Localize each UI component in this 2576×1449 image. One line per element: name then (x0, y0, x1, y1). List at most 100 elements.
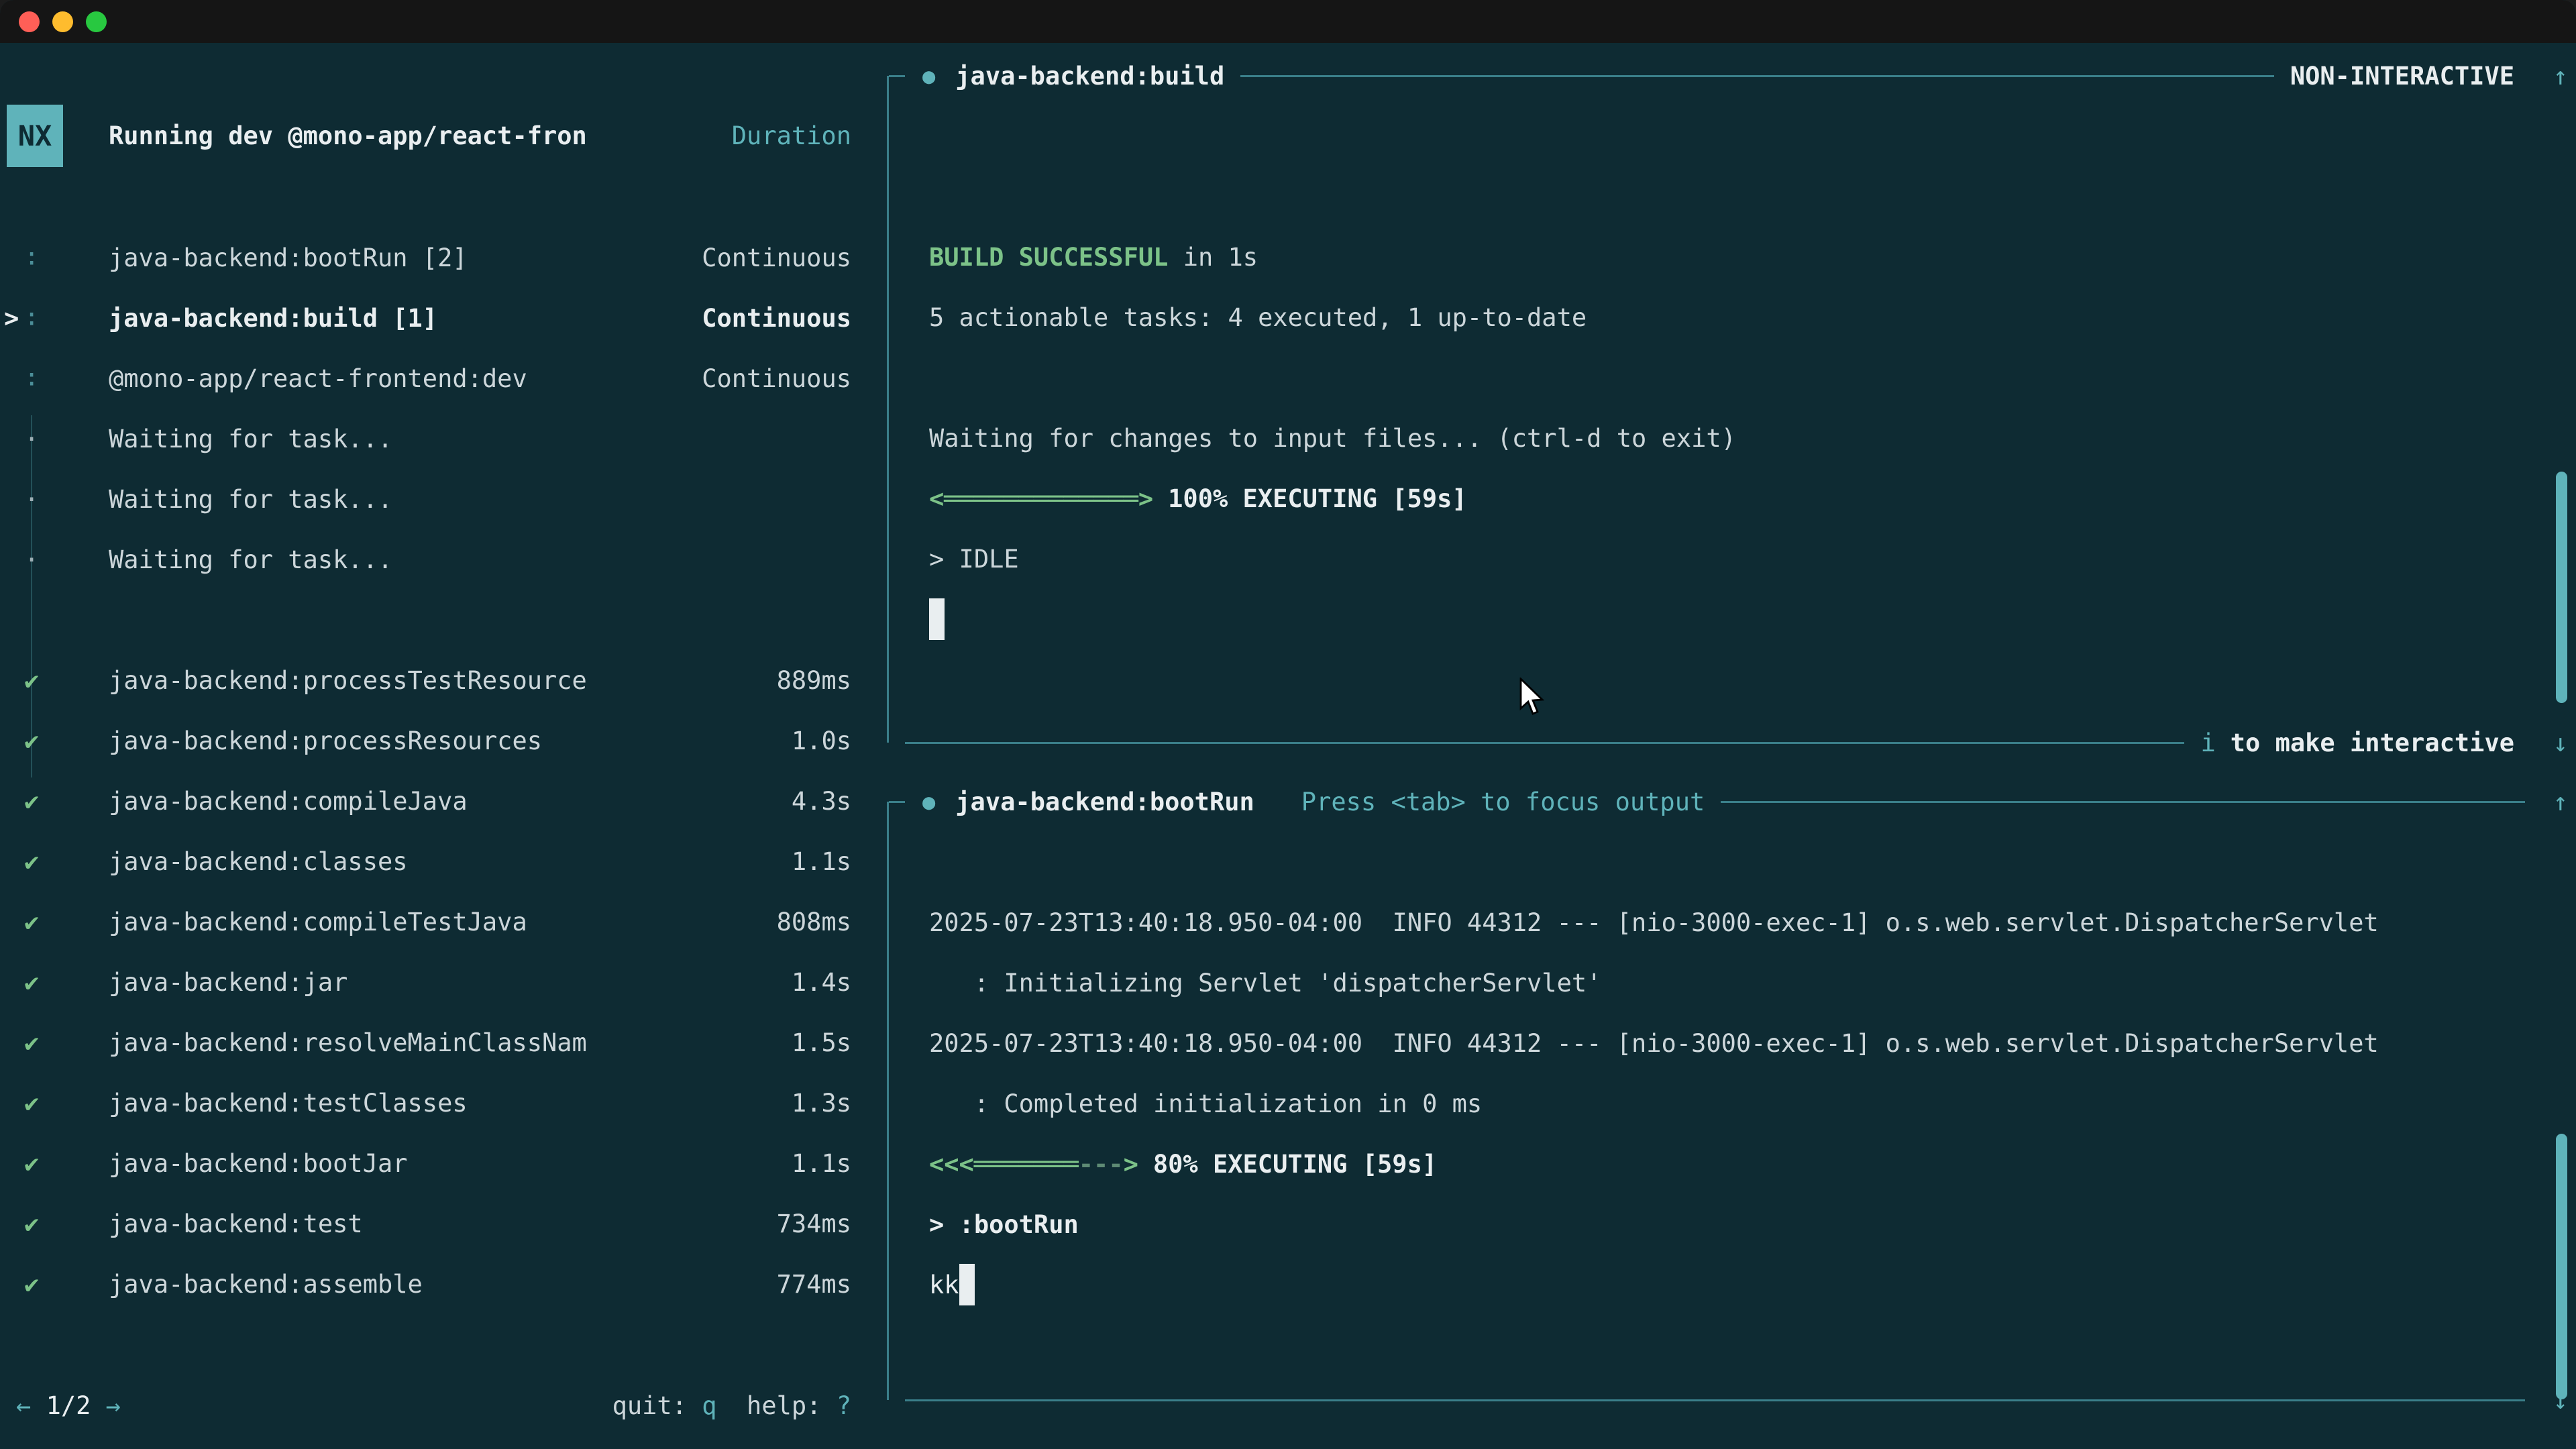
gradle-progress-line: <<<═══════--->80% EXECUTING [59s] (929, 1134, 2576, 1195)
task-row-waiting[interactable]: · Waiting for task... (0, 529, 887, 590)
pager-spacer (91, 1391, 105, 1420)
minimize-button[interactable] (52, 11, 73, 32)
selected-task-arrow-icon: > (4, 304, 19, 333)
task-spinner-icon: ∶ (0, 364, 109, 393)
pane-border-line (1721, 801, 2525, 803)
sidebar-header: NX Running dev @mono-app/react-fron Dura… (7, 105, 851, 167)
check-icon: ✔ (0, 727, 109, 755)
task-row-completed[interactable]: ✔ java-backend:processTestResource 889ms (0, 650, 887, 710)
interactive-hint-text: to make interactive (2231, 729, 2514, 757)
progress-bar-filled: ═══════ (974, 1150, 1079, 1179)
progress-bar-open: <<< (929, 1150, 974, 1179)
task-dot-icon: ● (922, 63, 935, 89)
task-duration: 1.1s (792, 847, 851, 876)
task-row-completed[interactable]: ✔ java-backend:bootJar 1.1s (0, 1133, 887, 1193)
check-icon: ✔ (0, 1270, 109, 1299)
task-row-completed[interactable]: ✔ java-backend:testClasses 1.3s (0, 1073, 887, 1133)
pager-next-icon[interactable]: → (106, 1391, 121, 1420)
help-key[interactable]: ? (837, 1391, 851, 1420)
task-name: Waiting for task... (109, 545, 851, 574)
task-name: @mono-app/react-frontend:dev (109, 364, 702, 393)
pane-border-line (889, 75, 905, 77)
pane-header: ● java-backend:bootRun Press <tab> to fo… (889, 771, 2568, 832)
task-name: java-backend:bootJar (109, 1149, 792, 1178)
scroll-down-icon[interactable]: ↓ (2541, 729, 2568, 757)
pager-page: 1/2 (46, 1391, 91, 1420)
stdin-input-text: kk (929, 1271, 959, 1299)
task-row-waiting[interactable]: · Waiting for task... (0, 469, 887, 529)
task-row-completed[interactable]: ✔ java-backend:classes 1.1s (0, 831, 887, 892)
check-icon: ✔ (0, 1210, 109, 1238)
task-row-completed[interactable]: ✔ java-backend:assemble 774ms (0, 1254, 887, 1314)
run-title: Running dev @mono-app/react-fron (109, 121, 587, 150)
quit-key[interactable]: q (702, 1391, 716, 1420)
running-task-list: ∶ java-backend:bootRun [2] Continuous > … (0, 227, 887, 590)
task-duration: 774ms (777, 1270, 851, 1299)
task-row-completed[interactable]: ✔ java-backend:compileJava 4.3s (0, 771, 887, 831)
sidebar-footer: ← 1/2 → quit: q help: ? (16, 1375, 851, 1436)
nx-tui: NX Running dev @mono-app/react-fron Dura… (0, 43, 2576, 1449)
task-status: Continuous (702, 304, 851, 333)
check-icon: ✔ (0, 1149, 109, 1178)
output-pane-build[interactable]: ● java-backend:build NON-INTERACTIVE ↑ B… (887, 76, 2576, 743)
task-row-completed[interactable]: ✔ java-backend:processResources 1.0s (0, 710, 887, 771)
help-label: help: (717, 1391, 837, 1420)
task-name: java-backend:bootRun [2] (109, 244, 702, 272)
output-pane-bootrun[interactable]: ● java-backend:bootRun Press <tab> to fo… (887, 802, 2576, 1400)
log-line: 2025-07-23T13:40:18.950-04:00 INFO 44312… (929, 893, 2576, 953)
gradle-progress-line: <═════════════>100% EXECUTING [59s] (929, 469, 2576, 529)
pane-border-line (905, 1399, 2525, 1401)
task-name: java-backend:build [1] (109, 304, 702, 333)
task-duration: 1.0s (792, 727, 851, 755)
task-row-waiting[interactable]: · Waiting for task... (0, 409, 887, 469)
zoom-button[interactable] (86, 11, 107, 32)
check-icon: ✔ (0, 1089, 109, 1118)
task-duration: 1.1s (792, 1149, 851, 1178)
pane-title: java-backend:bootRun (955, 788, 1254, 816)
task-status: Continuous (702, 364, 851, 393)
task-row-completed[interactable]: ✔ java-backend:jar 1.4s (0, 952, 887, 1012)
scrollbar-thumb[interactable] (2556, 1134, 2567, 1399)
task-duration: 4.3s (792, 787, 851, 816)
interactive-hint-key[interactable]: i (2200, 729, 2215, 757)
pane-footer: ↓ (889, 1370, 2568, 1430)
task-name: java-backend:testClasses (109, 1089, 792, 1118)
build-output-log: BUILD SUCCESSFUL in 1s 5 actionable task… (889, 76, 2576, 650)
scroll-up-icon[interactable]: ↑ (2541, 62, 2568, 91)
pager: ← 1/2 → (16, 1391, 121, 1420)
task-name: java-backend:compileTestJava (109, 908, 777, 936)
progress-bar-unfilled: --- (1079, 1150, 1124, 1179)
waiting-bullet-icon: · (0, 485, 109, 514)
close-button[interactable] (19, 11, 40, 32)
scrollbar-thumb[interactable] (2556, 472, 2567, 703)
task-name: java-backend:jar (109, 968, 792, 997)
log-line: : Initializing Servlet 'dispatcherServle… (929, 953, 2576, 1014)
scroll-up-icon[interactable]: ↑ (2541, 788, 2568, 816)
cursor-line (929, 590, 2576, 650)
task-row-completed[interactable]: ✔ java-backend:compileTestJava 808ms (0, 892, 887, 952)
check-icon: ✔ (0, 908, 109, 936)
focus-output-hint: Press <tab> to focus output (1301, 788, 1705, 816)
nx-logo: NX (7, 105, 63, 167)
task-duration: 889ms (777, 666, 851, 695)
non-interactive-badge: NON-INTERACTIVE (2290, 62, 2514, 91)
waiting-bullet-icon: · (0, 545, 109, 574)
task-row-completed[interactable]: ✔ java-backend:resolveMainClassNam 1.5s (0, 1012, 887, 1073)
progress-label: 80% EXECUTING [59s] (1153, 1150, 1437, 1179)
check-icon: ✔ (0, 968, 109, 997)
build-successful-text: BUILD SUCCESSFUL (929, 243, 1168, 272)
idle-line: > IDLE (929, 529, 2576, 590)
task-row-completed[interactable]: ✔ java-backend:test 734ms (0, 1193, 887, 1254)
duration-column-header: Duration (732, 121, 851, 150)
check-icon: ✔ (0, 1028, 109, 1057)
stdin-input-line[interactable]: kk (929, 1255, 2576, 1316)
task-row-bootrun[interactable]: ∶ java-backend:bootRun [2] Continuous (0, 227, 887, 288)
pager-prev-icon[interactable]: ← (16, 1391, 31, 1420)
task-row-frontend-dev[interactable]: ∶ @mono-app/react-frontend:dev Continuou… (0, 348, 887, 409)
task-status: Continuous (702, 244, 851, 272)
text-cursor (929, 598, 945, 640)
task-row-build-selected[interactable]: > ∶ java-backend:build [1] Continuous (0, 288, 887, 348)
pane-border-line (1240, 75, 2274, 77)
pane-header: ● java-backend:build NON-INTERACTIVE ↑ (889, 46, 2568, 106)
waiting-line: Waiting for changes to input files... (c… (929, 409, 2576, 469)
